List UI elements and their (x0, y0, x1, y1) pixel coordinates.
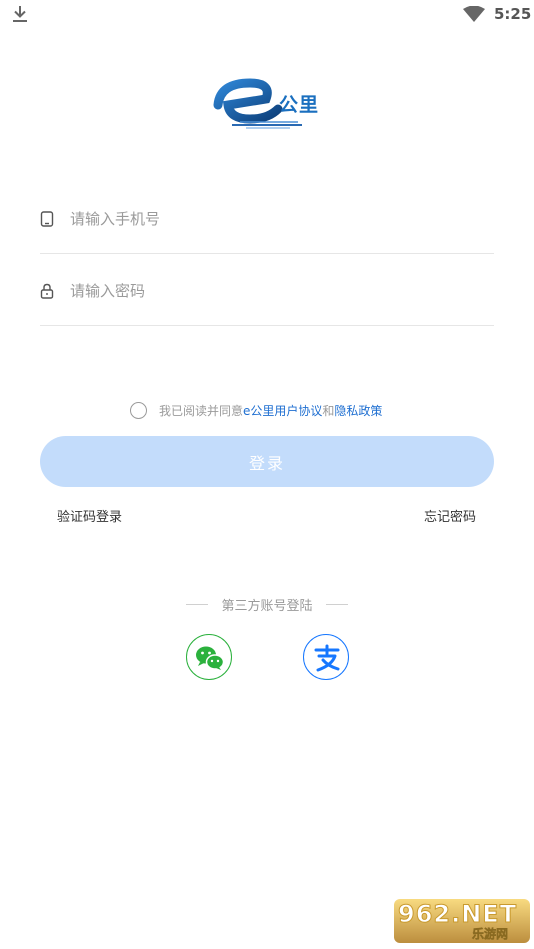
phone-input[interactable] (70, 204, 470, 234)
lock-icon (40, 283, 54, 299)
logo-text: 公里 (279, 94, 320, 116)
alipay-icon (314, 644, 340, 672)
password-input[interactable] (70, 276, 470, 306)
sms-login-link[interactable]: 验证码登录 (57, 506, 122, 525)
divider-line-right (325, 603, 348, 605)
wechat-login-button[interactable] (186, 634, 232, 680)
forgot-password-link[interactable]: 忘记密码 (424, 506, 476, 525)
wifi-icon (463, 6, 485, 22)
agreement-and: 和 (322, 403, 335, 418)
login-button[interactable]: 登录 (40, 436, 494, 487)
password-field (40, 256, 494, 326)
download-icon (13, 6, 27, 22)
divider-line-left (186, 603, 208, 605)
status-bar: 5:25 (0, 0, 534, 30)
status-time: 5:25 (494, 5, 532, 23)
alipay-login-button[interactable] (303, 634, 349, 680)
wechat-icon (196, 646, 225, 670)
watermark-main-text: 962.NET (397, 900, 518, 929)
privacy-policy-link[interactable]: 隐私政策 (334, 402, 382, 419)
third-party-title: 第三方账号登陆 (221, 598, 313, 614)
user-agreement-link[interactable]: e公里用户协议 (243, 402, 322, 419)
agreement-row: 我已阅读并同意 e公里用户协议 和 隐私政策 (130, 400, 382, 420)
agreement-checkbox[interactable] (130, 401, 147, 419)
third-party-divider: 第三方账号登陆 (186, 594, 348, 614)
watermark-sub-text: 乐游网 (472, 927, 509, 942)
phone-icon (40, 211, 54, 227)
agreement-prefix: 我已阅读并同意 (159, 403, 244, 418)
phone-field (40, 184, 494, 254)
